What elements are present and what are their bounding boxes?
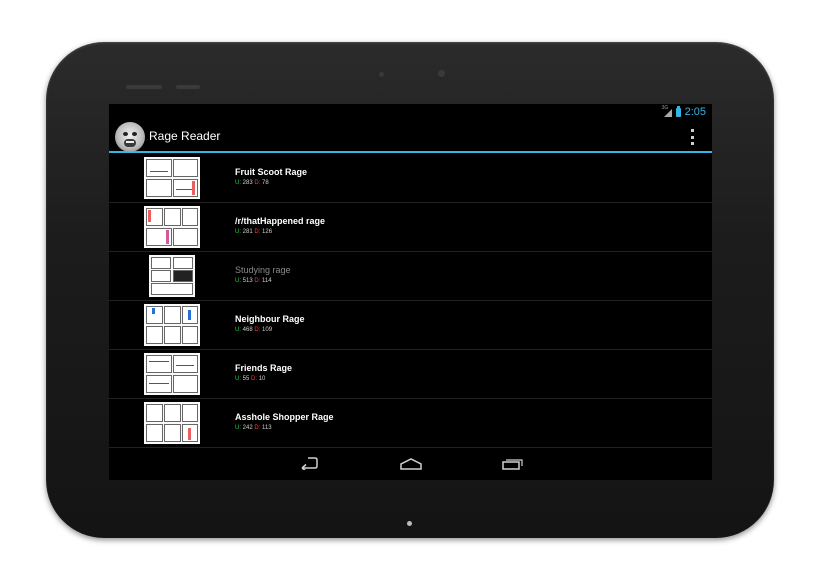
list-item[interactable]: Friends Rage U: 55 D: 10 bbox=[109, 350, 712, 399]
comic-thumbnail bbox=[144, 157, 200, 199]
rage-face-icon[interactable] bbox=[115, 122, 145, 152]
action-bar: Rage Reader bbox=[109, 120, 712, 153]
list-item[interactable]: Neighbour Rage U: 468 D: 109 bbox=[109, 301, 712, 350]
list-item[interactable]: Fruit Scoot Rage U: 283 D: 78 bbox=[109, 154, 712, 203]
status-bar: 3G 2:05 bbox=[109, 104, 712, 120]
upvote-count: 242 bbox=[242, 425, 253, 431]
comic-title: Studying rage bbox=[235, 265, 291, 275]
battery-icon bbox=[675, 105, 681, 117]
upvote-count: 468 bbox=[242, 327, 253, 333]
vote-counts: U: 513 D: 114 bbox=[235, 278, 272, 284]
vote-counts: U: 468 D: 109 bbox=[235, 327, 272, 333]
comic-thumbnail bbox=[144, 304, 200, 346]
downvote-count: 10 bbox=[258, 376, 266, 382]
upvote-count: 281 bbox=[242, 229, 253, 235]
downvote-count: 114 bbox=[262, 278, 272, 284]
list-item[interactable]: Asshole Shopper Rage U: 242 D: 113 bbox=[109, 399, 712, 448]
comic-title: Asshole Shopper Rage bbox=[235, 412, 334, 422]
home-icon[interactable] bbox=[400, 458, 422, 470]
back-icon[interactable] bbox=[298, 456, 320, 470]
vote-counts: U: 242 D: 113 bbox=[235, 425, 272, 431]
volume-button bbox=[126, 85, 162, 89]
upvote-count: 283 bbox=[242, 180, 253, 186]
upvote-label: U: bbox=[235, 180, 241, 186]
list-item[interactable]: /r/thatHappened rage U: 281 D: 126 bbox=[109, 203, 712, 252]
comic-thumbnail bbox=[144, 402, 200, 444]
downvote-count: 109 bbox=[262, 327, 273, 333]
vote-counts: U: 281 D: 126 bbox=[235, 229, 272, 235]
navigation-bar bbox=[109, 450, 712, 480]
list-item[interactable]: Studying rage U: 513 D: 114 bbox=[109, 252, 712, 301]
downvote-label: D: bbox=[254, 278, 261, 284]
comic-title: Neighbour Rage bbox=[235, 314, 305, 324]
notification-led bbox=[407, 521, 412, 526]
recent-apps-icon[interactable] bbox=[502, 458, 524, 470]
comic-thumbnail bbox=[149, 255, 195, 297]
signal-icon: 3G bbox=[662, 105, 672, 117]
downvote-label: D: bbox=[254, 229, 261, 235]
app-title: Rage Reader bbox=[149, 129, 221, 143]
downvote-label: D: bbox=[254, 180, 261, 186]
front-camera bbox=[438, 70, 445, 77]
upvote-label: U: bbox=[235, 229, 241, 235]
upvote-count: 513 bbox=[242, 278, 253, 284]
downvote-label: D: bbox=[251, 376, 258, 382]
vote-counts: U: 55 D: 10 bbox=[235, 376, 265, 382]
comic-thumbnail bbox=[144, 206, 200, 248]
comic-thumbnail bbox=[144, 353, 200, 395]
downvote-label: D: bbox=[254, 327, 261, 333]
power-button bbox=[176, 85, 200, 89]
downvote-label: D: bbox=[254, 425, 261, 431]
downvote-count: 113 bbox=[262, 425, 272, 431]
status-clock: 2:05 bbox=[684, 106, 706, 118]
comic-title: Fruit Scoot Rage bbox=[235, 167, 308, 177]
upvote-label: U: bbox=[235, 425, 241, 431]
downvote-count: 78 bbox=[262, 180, 269, 186]
overflow-menu-icon[interactable] bbox=[691, 129, 695, 145]
downvote-count: 126 bbox=[262, 229, 273, 235]
upvote-label: U: bbox=[235, 327, 241, 333]
comic-list: Fruit Scoot Rage U: 283 D: 78 /r/thatHap… bbox=[109, 154, 712, 448]
vote-counts: U: 283 D: 78 bbox=[235, 180, 269, 186]
light-sensor bbox=[379, 72, 384, 77]
upvote-label: U: bbox=[235, 278, 241, 284]
upvote-label: U: bbox=[235, 376, 241, 382]
comic-title: Friends Rage bbox=[235, 363, 293, 373]
upvote-count: 55 bbox=[242, 376, 250, 382]
screen: 3G 2:05 Rage Reader Fruit Scoot Rage U: … bbox=[109, 104, 712, 480]
comic-title: /r/thatHappened rage bbox=[235, 216, 326, 226]
